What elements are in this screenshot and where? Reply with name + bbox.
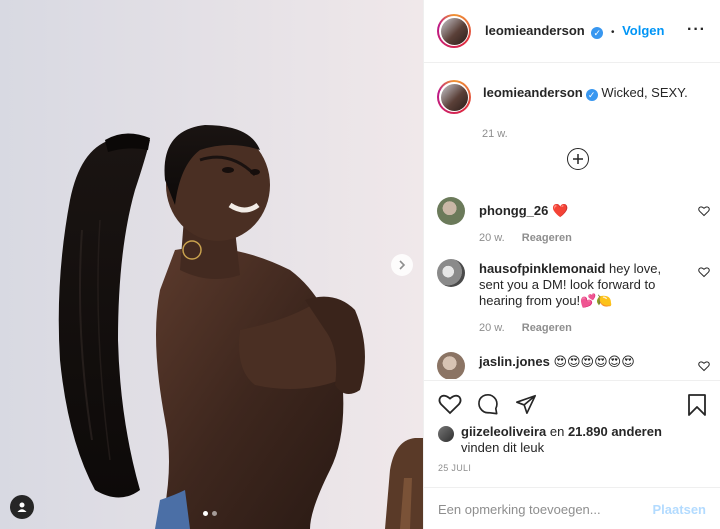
post-side-panel: leomieanderson ✓ • Volgen ··· leomieande… [423, 0, 720, 529]
carousel-dot-active [203, 511, 208, 516]
commenter-username[interactable]: hausofpinklemonaid [479, 261, 605, 276]
caption-text: Wicked, SEXY. [601, 85, 688, 100]
comment-time: 20 w. [479, 232, 505, 244]
verified-badge-icon: ✓ [591, 27, 604, 39]
user-icon [17, 502, 27, 512]
commenter-avatar[interactable] [437, 197, 465, 225]
heart-icon[interactable] [438, 393, 462, 418]
post-header: leomieanderson ✓ • Volgen ··· [424, 0, 720, 63]
author-username[interactable]: leomieanderson [485, 23, 585, 38]
more-options-icon[interactable]: ··· [687, 22, 706, 38]
like-comment-heart-icon[interactable] [698, 205, 710, 217]
comment-input[interactable] [438, 501, 653, 517]
likes-summary: giizeleoliveira en 21.890 anderen vinden… [438, 424, 691, 456]
liker-avatar[interactable] [438, 426, 454, 442]
instagram-post: leomieanderson ✓ • Volgen ··· leomieande… [0, 0, 720, 529]
commenter-username[interactable]: jaslin.jones [479, 354, 550, 369]
next-photo-button[interactable] [391, 254, 413, 276]
reply-button[interactable]: Reageren [522, 322, 572, 334]
comment-text: ❤️ [551, 203, 569, 218]
bookmark-icon[interactable] [687, 393, 707, 420]
post-date[interactable]: 25 JULI [438, 463, 471, 473]
plus-icon [573, 154, 583, 164]
post-caption: leomieanderson ✓ Wicked, SEXY. 21 w. [437, 80, 688, 140]
reply-button[interactable]: Reageren [522, 232, 572, 244]
like-comment-heart-icon[interactable] [698, 360, 710, 372]
chevron-right-icon [399, 260, 406, 270]
commenter-avatar[interactable] [437, 259, 465, 287]
commenter-avatar[interactable] [437, 352, 465, 379]
post-comment-button[interactable]: Plaatsen [653, 502, 706, 517]
photo-image [0, 0, 423, 529]
load-more-comments-button[interactable] [567, 148, 589, 170]
comment-item: jaslin.jones 😍😍😍😍😍😍 [437, 352, 710, 379]
caption-time: 21 w. [482, 128, 508, 140]
caption-username[interactable]: leomieanderson [483, 85, 583, 100]
liker-username[interactable]: giizeleoliveira [461, 424, 546, 439]
share-icon[interactable] [514, 393, 538, 418]
like-comment-heart-icon[interactable] [698, 266, 710, 278]
caption-avatar[interactable] [437, 80, 471, 114]
verified-badge-icon: ✓ [585, 89, 598, 101]
likes-suffix: vinden dit leuk [461, 440, 545, 455]
post-photo[interactable] [0, 0, 423, 529]
comment-text: 😍😍😍😍😍😍 [553, 354, 635, 369]
post-actions: giizeleoliveira en 21.890 anderen vinden… [424, 380, 720, 529]
comment-icon[interactable] [476, 393, 500, 418]
comment-time: 20 w. [479, 322, 505, 334]
comment-item: hausofpinklemonaid hey love, sent you a … [437, 259, 710, 336]
author-avatar[interactable] [437, 14, 471, 48]
comment-item: phongg_26 ❤️ 20 w. Reageren [437, 197, 710, 246]
commenter-username[interactable]: phongg_26 [479, 203, 548, 218]
likes-joiner: en [546, 424, 568, 439]
likes-count[interactable]: 21.890 anderen [568, 424, 662, 439]
carousel-indicator [203, 511, 217, 516]
follow-button[interactable]: Volgen [622, 23, 664, 38]
comments-list[interactable]: leomieanderson ✓ Wicked, SEXY. 21 w. phon… [424, 64, 720, 379]
add-comment-bar: Plaatsen [424, 487, 720, 529]
separator-dot: • [610, 27, 615, 38]
tagged-users-button[interactable] [10, 495, 34, 519]
carousel-dot [212, 511, 217, 516]
